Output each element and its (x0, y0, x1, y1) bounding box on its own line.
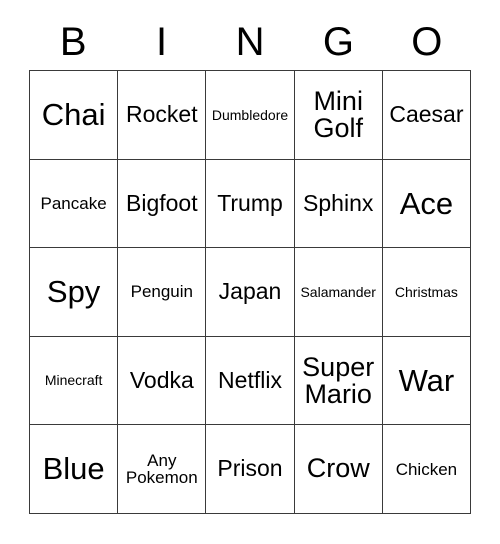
bingo-cell-label: War (398, 362, 455, 398)
bingo-cell-label: Netflix (218, 366, 282, 393)
bingo-cell-label: Trump (217, 189, 283, 216)
bingo-cell[interactable]: Salamander (294, 248, 383, 337)
bingo-cell-label: Dumbledore (211, 106, 289, 123)
bingo-cell[interactable]: Ace (382, 159, 472, 249)
bingo-row: Chai Rocket Dumbledore Mini Golf Caesar (30, 71, 472, 160)
bingo-cell[interactable]: Caesar (382, 71, 472, 160)
bingo-cell-label: Vodka (129, 366, 194, 393)
bingo-cell[interactable]: Blue (30, 425, 119, 514)
bingo-cell[interactable]: Mini Golf (294, 71, 383, 160)
bingo-row: Blue Any Pokemon Prison Crow Chicken (30, 425, 472, 514)
bingo-card: B I N G O Chai Rocket Dumbledore Mini Golf C… (29, 14, 472, 514)
bingo-header-row: B I N G O (29, 14, 471, 70)
bingo-cell[interactable]: Chai (30, 71, 119, 160)
bingo-cell[interactable]: Pancake (30, 159, 119, 249)
bingo-cell-label: Spy (46, 274, 101, 310)
bingo-cell-label: Mini Golf (313, 85, 363, 143)
bingo-cell-label: Minecraft (44, 372, 103, 389)
bingo-cell-label: Penguin (130, 282, 193, 302)
bingo-cell-label: Christmas (394, 283, 458, 300)
bingo-cell-label: Super Mario (302, 351, 375, 409)
bingo-cell[interactable]: Any Pokemon (118, 425, 207, 514)
bingo-header-letter-i: I (156, 20, 168, 64)
bingo-cell[interactable]: Netflix (206, 336, 295, 426)
bingo-cell[interactable]: Sphinx (294, 159, 383, 249)
bingo-cell-label: Crow (306, 453, 370, 484)
bingo-header-letter-b: B (59, 20, 87, 64)
bingo-cell-label: Japan (218, 278, 282, 305)
bingo-cell[interactable]: Crow (294, 425, 383, 514)
bingo-cell[interactable]: Dumbledore (206, 71, 295, 160)
bingo-cell[interactable]: Prison (206, 425, 295, 514)
bingo-row: Pancake Bigfoot Trump Sphinx Ace (30, 159, 472, 249)
bingo-header-letter-n: N (235, 20, 265, 64)
bingo-cell[interactable]: Chicken (382, 425, 472, 514)
bingo-cell-label: Rocket (126, 101, 198, 128)
bingo-cell-label: Ace (399, 185, 454, 221)
bingo-cell-label: Chai (41, 96, 106, 132)
bingo-header-letter-g: G (322, 20, 354, 64)
bingo-cell-label: Blue (42, 451, 105, 487)
bingo-row: Minecraft Vodka Netflix Super Mario War (30, 336, 472, 426)
bingo-header-letter-o: O (411, 20, 443, 64)
bingo-cell-label: Any Pokemon (125, 451, 198, 488)
bingo-cell-label: Salamander (300, 283, 376, 300)
bingo-cell[interactable]: Rocket (118, 71, 207, 160)
bingo-cell-label: Prison (217, 455, 283, 482)
bingo-cell[interactable]: Vodka (118, 336, 207, 426)
bingo-cell-label: Bigfoot (126, 189, 198, 216)
bingo-row: Spy Penguin Japan Salamander Christmas (30, 248, 472, 337)
bingo-cell[interactable]: Japan (206, 248, 295, 337)
bingo-cell[interactable]: Spy (30, 248, 119, 337)
bingo-cell[interactable]: Bigfoot (118, 159, 207, 249)
bingo-cell[interactable]: Christmas (382, 248, 472, 337)
bingo-cell-label: Chicken (395, 459, 458, 479)
bingo-cell[interactable]: War (382, 336, 472, 426)
bingo-cell-label: Sphinx (303, 189, 374, 216)
bingo-cell-label: Pancake (40, 193, 107, 213)
bingo-cell[interactable]: Super Mario (294, 336, 383, 426)
bingo-grid: Chai Rocket Dumbledore Mini Golf Caesar Panca… (29, 70, 472, 514)
bingo-cell[interactable]: Minecraft (30, 336, 119, 426)
bingo-cell[interactable]: Trump (206, 159, 295, 249)
bingo-cell[interactable]: Penguin (118, 248, 207, 337)
bingo-cell-label: Caesar (389, 101, 464, 128)
